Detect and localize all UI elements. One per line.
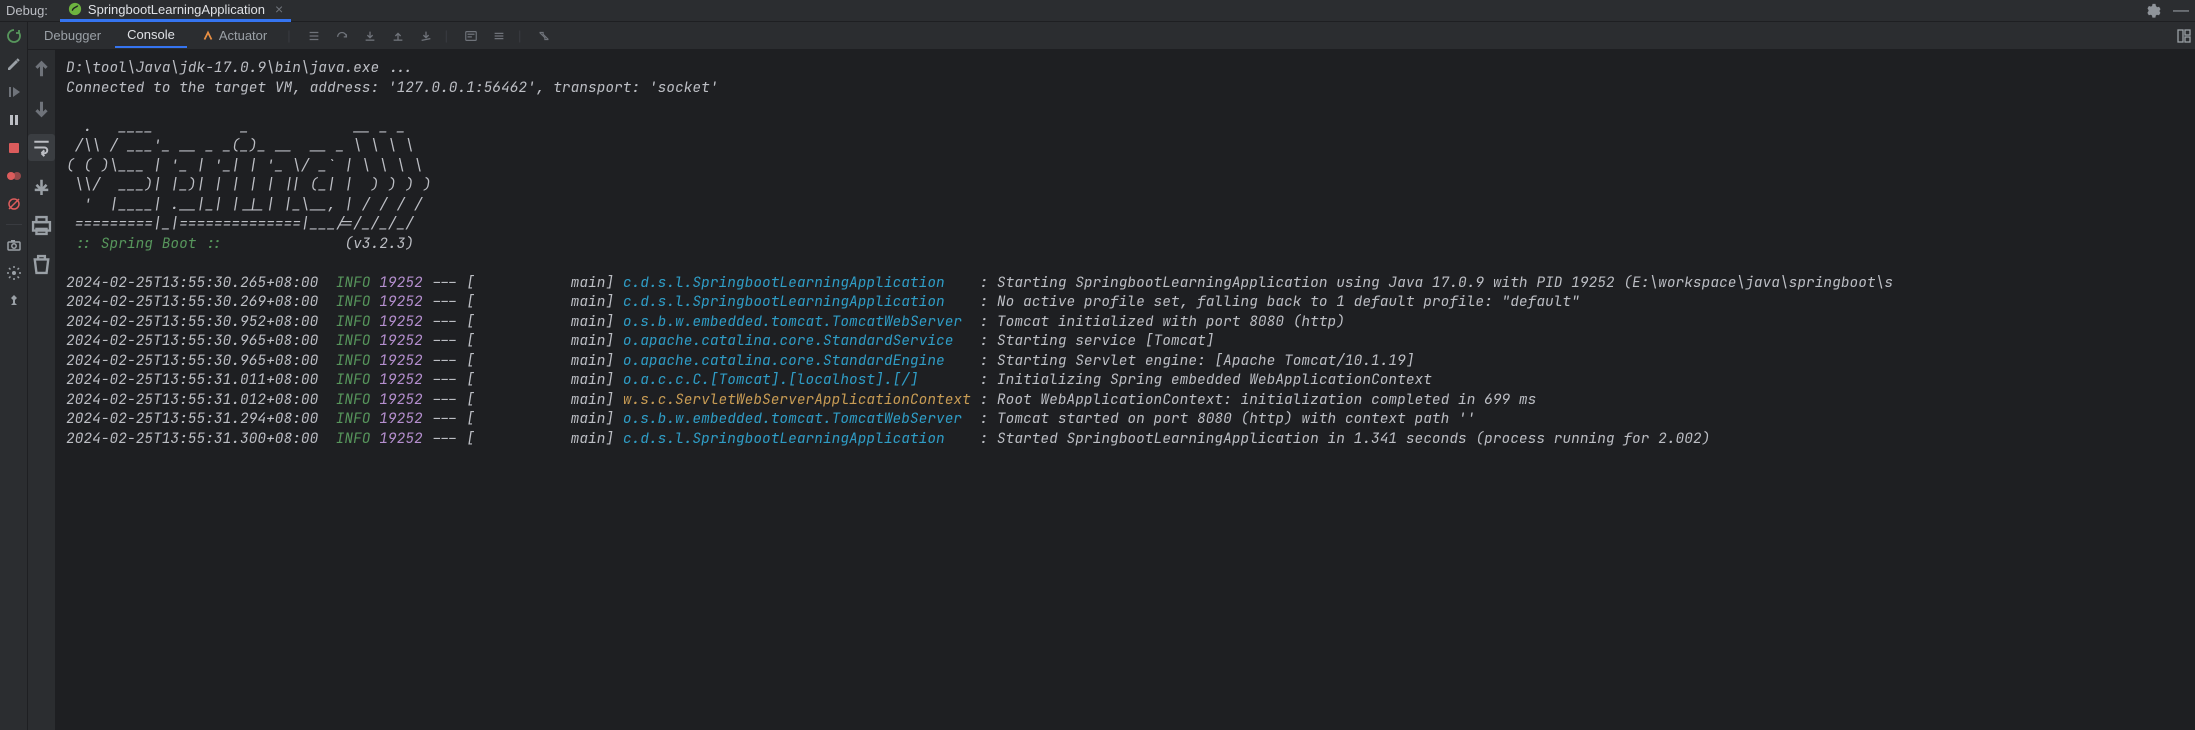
settings-icon[interactable] [6, 265, 22, 281]
run-config-tab-label: SpringbootLearningApplication [88, 2, 265, 17]
camera-icon[interactable] [6, 237, 22, 253]
trace-icon[interactable] [488, 25, 510, 47]
mute-breakpoints-icon[interactable] [6, 196, 22, 212]
rerun-icon[interactable] [6, 28, 22, 44]
show-exec-point-icon[interactable] [303, 25, 325, 47]
console-action-gutter [28, 50, 56, 730]
up-stack-icon[interactable] [28, 56, 55, 83]
actuator-icon [201, 29, 215, 43]
reset-frame-icon[interactable] [533, 25, 555, 47]
debug-label: Debug: [6, 3, 48, 18]
view-breakpoints-icon[interactable] [6, 168, 22, 184]
debug-tool-tabs: Debugger Console Actuator | | | [28, 22, 2195, 50]
scroll-end-icon[interactable] [28, 173, 55, 200]
run-to-cursor-icon[interactable] [415, 25, 437, 47]
soft-wrap-icon[interactable] [28, 134, 55, 161]
gear-icon[interactable] [2145, 3, 2161, 19]
spring-leaf-icon [68, 2, 82, 16]
tab-debugger[interactable]: Debugger [32, 24, 113, 47]
step-into-icon[interactable] [359, 25, 381, 47]
down-stack-icon[interactable] [28, 95, 55, 122]
stop-icon[interactable] [6, 140, 22, 156]
debug-topbar: Debug: SpringbootLearningApplication × — [0, 0, 2195, 22]
clear-icon[interactable] [28, 251, 55, 278]
minimize-icon[interactable]: — [2173, 2, 2189, 20]
debug-action-gutter [0, 22, 28, 730]
pin-icon[interactable] [6, 293, 22, 309]
print-icon[interactable] [28, 212, 55, 239]
layout-icon[interactable] [2173, 25, 2195, 47]
tab-console[interactable]: Console [115, 23, 187, 48]
pause-icon[interactable] [6, 112, 22, 128]
modify-run-icon[interactable] [6, 56, 22, 72]
evaluate-icon[interactable] [460, 25, 482, 47]
run-config-tab[interactable]: SpringbootLearningApplication × [60, 0, 291, 22]
step-out-icon[interactable] [387, 25, 409, 47]
resume-icon[interactable] [6, 84, 22, 100]
console-output[interactable]: D:\tool\Java\jdk-17.0.9\bin\java.exe ...… [56, 50, 2195, 730]
close-icon[interactable]: × [275, 1, 283, 17]
tab-actuator[interactable]: Actuator [189, 24, 279, 47]
step-over-icon[interactable] [331, 25, 353, 47]
